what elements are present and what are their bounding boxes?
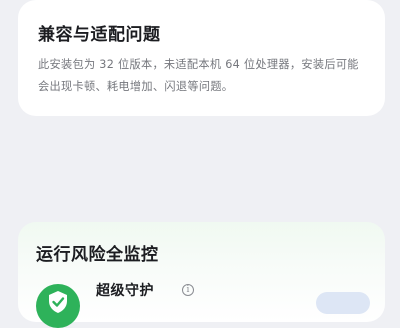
compat-card: 兼容与适配问题 此安装包为 32 位版本，未适配本机 64 位处理器，安装后可能… bbox=[18, 0, 385, 116]
compat-title: 兼容与适配问题 bbox=[38, 25, 161, 45]
risk-monitor-card: 运行风险全监控 超级守护 i bbox=[18, 222, 385, 328]
info-icon[interactable]: i bbox=[182, 284, 194, 296]
super-protection-toggle[interactable] bbox=[316, 292, 370, 314]
compat-description: 此安装包为 32 位版本，未适配本机 64 位处理器，安装后可能会出现卡顿、耗电… bbox=[38, 58, 359, 93]
shield-icon bbox=[36, 284, 80, 328]
super-protection-row: 超级守护 i bbox=[36, 282, 376, 328]
risk-monitor-title: 运行风险全监控 bbox=[36, 245, 159, 265]
super-protection-label: 超级守护 bbox=[96, 283, 154, 299]
